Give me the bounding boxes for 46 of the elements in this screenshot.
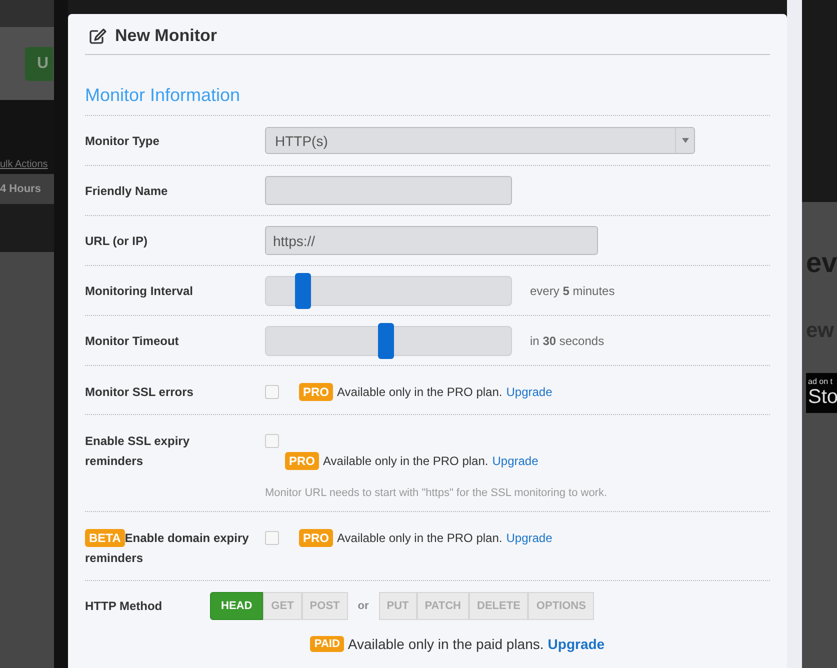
method-button[interactable]: HEAD — [210, 592, 264, 620]
input-field[interactable] — [265, 176, 512, 205]
upgrade-link[interactable]: Upgrade — [492, 454, 538, 468]
method-button[interactable]: GET — [263, 592, 302, 620]
section-heading: Monitor Information — [85, 84, 242, 107]
method-button[interactable]: POST — [302, 592, 348, 620]
field-label: Enable SSL expiry reminders — [85, 433, 190, 470]
method-button[interactable]: PATCH — [416, 592, 470, 620]
paid-badge: PAID — [310, 636, 344, 652]
hint-text: Monitor URL needs to start with "https" for the SSL monitoring to work. — [265, 487, 608, 499]
method-button[interactable]: OPTIONS — [528, 592, 594, 620]
checkbox[interactable] — [265, 385, 279, 399]
method-button[interactable]: PUT — [378, 592, 417, 620]
store-badge: ad on t Sto — [806, 373, 837, 413]
upgrade-link[interactable]: Upgrade — [506, 531, 552, 545]
separator-text: or — [358, 600, 369, 612]
plan-note: Available only in the PRO plan. — [337, 385, 502, 399]
plan-note: Available only in the PRO plan. — [337, 531, 502, 545]
method-button[interactable]: DELETE — [469, 592, 528, 620]
plan-note: Available only in the PRO plan. — [323, 454, 488, 468]
field-label: URL (or IP) — [85, 234, 148, 248]
pro-badge: PRO — [299, 383, 334, 401]
field-label: Monitor Type — [85, 134, 160, 148]
slider-reading: in 30 seconds — [530, 334, 604, 348]
caret-icon — [682, 138, 688, 143]
plan-note: Available only in the paid plans. — [348, 636, 544, 652]
slider-thumb[interactable] — [378, 322, 394, 358]
field-label: BETA Enable domain expiry reminders — [85, 528, 250, 567]
pro-badge: PRO — [299, 529, 334, 547]
pro-badge: PRO — [285, 452, 320, 470]
dialog-title: New Monitor — [115, 26, 217, 46]
upgrade-link[interactable]: Upgrade — [548, 636, 605, 652]
checkbox[interactable] — [265, 434, 279, 448]
checkbox[interactable] — [265, 531, 279, 545]
slider-reading: every 5 minutes — [530, 284, 615, 298]
period-label: 4 Hours — [0, 183, 41, 195]
field-label: Monitor Timeout — [85, 334, 180, 348]
monitor-type-select[interactable]: HTTP(s) — [265, 127, 695, 154]
field-label: Monitoring Interval — [85, 284, 194, 298]
slider-thumb[interactable] — [294, 272, 311, 308]
field-label: HTTP Method — [85, 598, 164, 612]
field-label: Monitor SSL errors — [85, 384, 194, 401]
field-label: Friendly Name — [85, 184, 169, 198]
input-field[interactable]: https:// — [265, 226, 598, 255]
edit-icon — [89, 28, 107, 44]
upgrade-link[interactable]: Upgrade — [506, 385, 552, 399]
